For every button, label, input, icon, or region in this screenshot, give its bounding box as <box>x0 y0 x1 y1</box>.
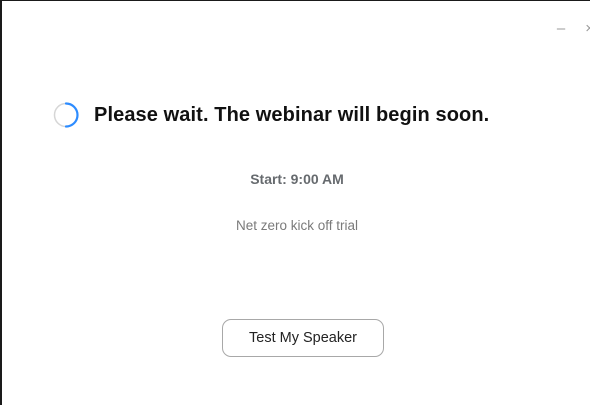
webinar-waiting-window: – × Please wait. The webinar will begin … <box>0 0 590 405</box>
test-speaker-button[interactable]: Test My Speaker <box>222 319 384 357</box>
waiting-headline: Please wait. The webinar will begin soon… <box>52 101 489 129</box>
close-icon[interactable]: × <box>585 21 590 36</box>
window-controls: – × <box>557 19 590 37</box>
waiting-message: Please wait. The webinar will begin soon… <box>94 103 490 126</box>
start-time-label: Start: 9:00 AM <box>250 171 344 187</box>
minimize-icon[interactable]: – <box>557 21 565 36</box>
loading-spinner-icon <box>53 102 79 128</box>
webinar-topic: Net zero kick off trial <box>235 218 359 233</box>
